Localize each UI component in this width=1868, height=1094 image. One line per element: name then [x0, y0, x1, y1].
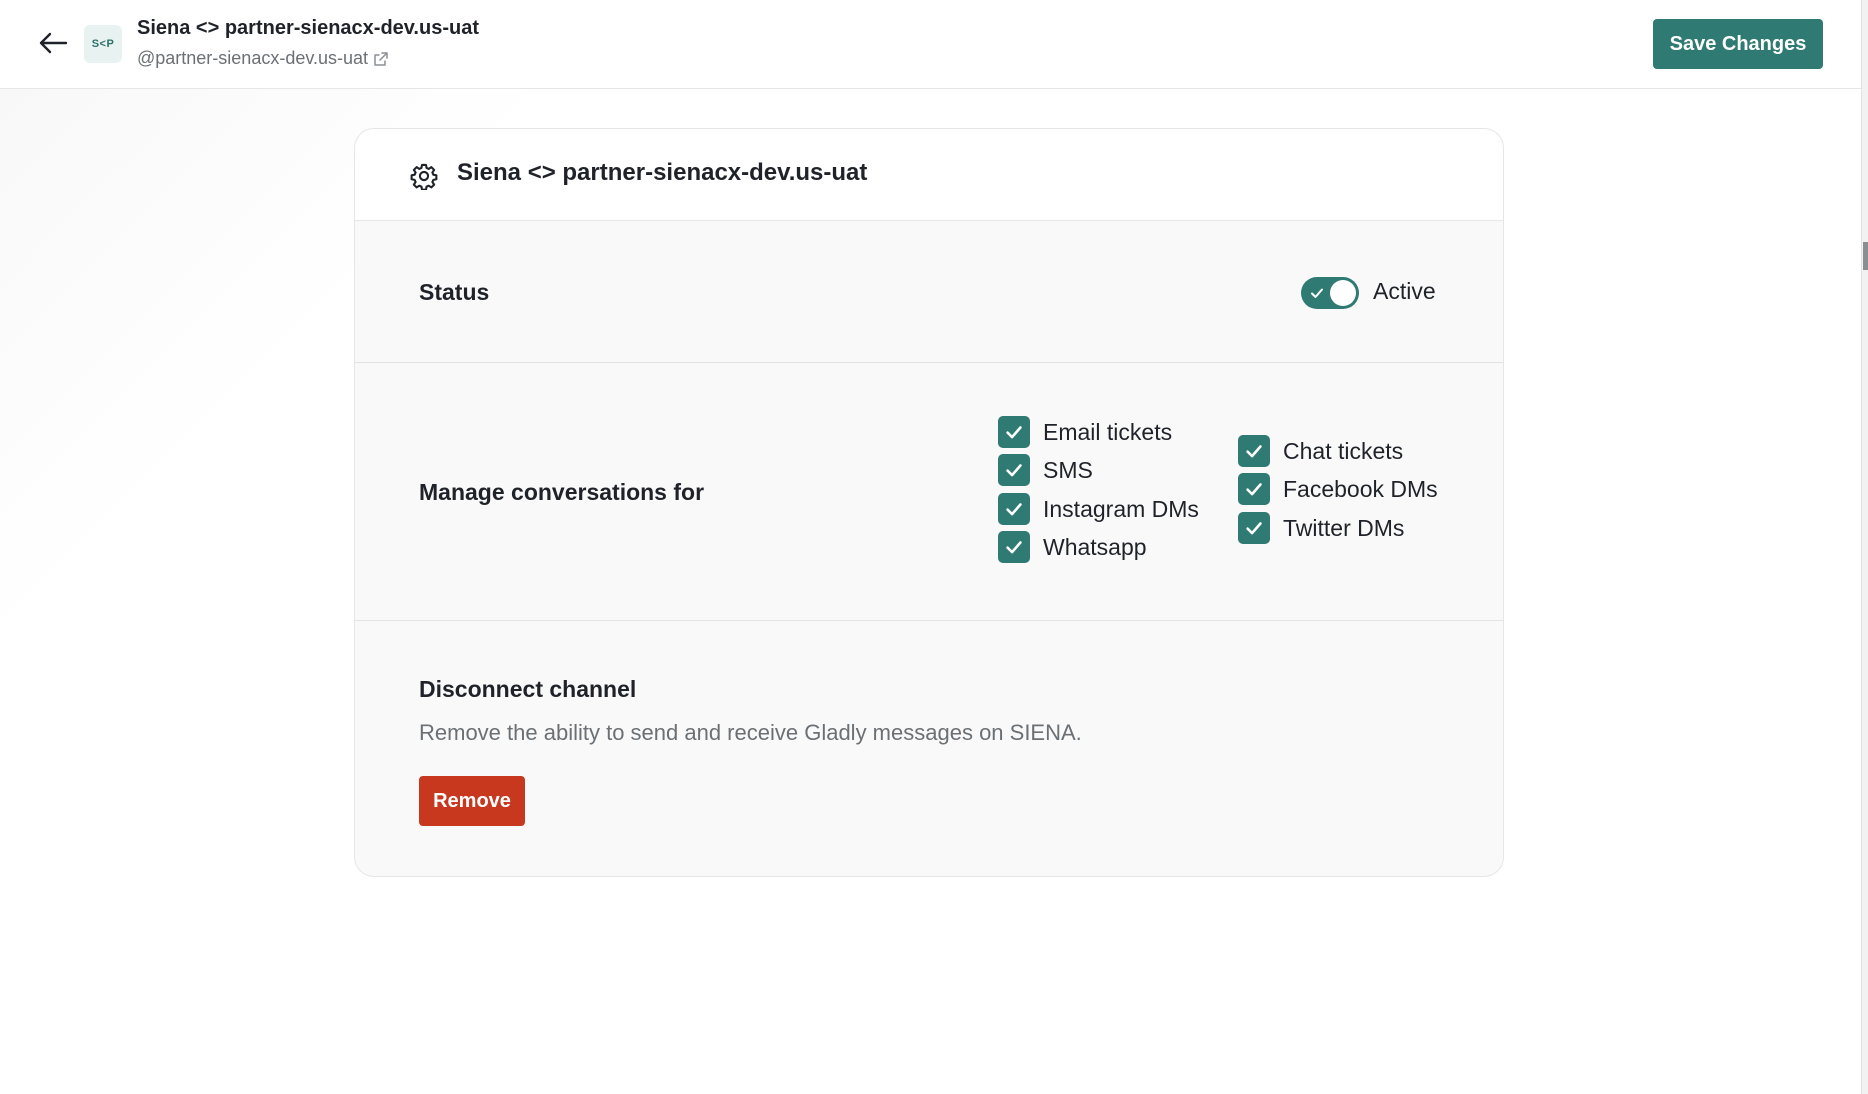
scrollbar-thumb[interactable]	[1863, 242, 1868, 270]
checkbox-label: Facebook DMs	[1283, 475, 1438, 502]
toggle-knob	[1330, 280, 1356, 306]
checkbox-label: SMS	[1043, 456, 1093, 483]
check-icon	[1006, 503, 1022, 516]
conversations-label: Manage conversations for	[419, 479, 705, 505]
scrollbar[interactable]	[1861, 0, 1868, 1094]
checkbox-label: Email tickets	[1043, 418, 1173, 445]
checkbox-label: Twitter DMs	[1283, 514, 1405, 541]
checkbox[interactable]	[998, 531, 1030, 563]
checkbox-chat-tickets[interactable]: Chat tickets	[1238, 435, 1403, 467]
disconnect-title: Disconnect channel	[419, 676, 637, 702]
page-title: Siena <> partner-sienacx-dev.us-uat	[137, 17, 479, 39]
gear-icon	[410, 163, 438, 190]
checkbox[interactable]	[998, 416, 1030, 448]
checkbox-twitter-dms[interactable]: Twitter DMs	[1238, 512, 1404, 544]
checkbox-email-tickets[interactable]: Email tickets	[998, 416, 1172, 448]
remove-button[interactable]: Remove	[419, 776, 525, 826]
checkbox[interactable]	[1238, 512, 1270, 544]
check-icon	[1246, 522, 1262, 535]
back-button[interactable]	[36, 26, 70, 60]
check-icon	[1006, 464, 1022, 477]
checkbox-instagram-dms[interactable]: Instagram DMs	[998, 493, 1199, 525]
check-icon	[1006, 426, 1022, 439]
checkbox[interactable]	[998, 493, 1030, 525]
arrow-left-icon	[39, 32, 68, 54]
checkbox-sms[interactable]: SMS	[998, 454, 1093, 486]
page: S<P Siena <> partner-sienacx-dev.us-uat …	[0, 0, 1868, 1094]
check-icon	[1246, 483, 1262, 496]
checkbox-label: Instagram DMs	[1043, 495, 1199, 522]
disconnect-description: Remove the ability to send and receive G…	[419, 720, 1082, 745]
status-toggle[interactable]	[1301, 277, 1359, 309]
checkbox-label: Whatsapp	[1043, 533, 1147, 560]
checkbox-label: Chat tickets	[1283, 437, 1404, 464]
top-bar: S<P Siena <> partner-sienacx-dev.us-uat …	[0, 0, 1862, 89]
status-toggle-label: Active	[1373, 278, 1436, 304]
checkbox-whatsapp[interactable]: Whatsapp	[998, 531, 1147, 563]
check-icon	[1006, 541, 1022, 554]
card-header: Siena <> partner-sienacx-dev.us-uat	[355, 129, 1503, 221]
channel-settings-card: Siena <> partner-sienacx-dev.us-uat Stat…	[354, 128, 1504, 877]
channel-handle: @partner-sienacx-dev.us-uat	[137, 48, 369, 68]
checkbox[interactable]	[998, 454, 1030, 486]
status-label: Status	[419, 279, 490, 305]
checkbox-facebook-dms[interactable]: Facebook DMs	[1238, 473, 1438, 505]
checkbox[interactable]	[1238, 435, 1270, 467]
checkbox[interactable]	[1238, 473, 1270, 505]
external-link-icon	[374, 51, 388, 66]
channel-logo: S<P	[84, 25, 122, 63]
save-changes-button[interactable]: Save Changes	[1653, 19, 1823, 69]
card-title: Siena <> partner-sienacx-dev.us-uat	[457, 159, 868, 186]
check-icon	[1311, 288, 1323, 298]
channel-handle-link[interactable]: @partner-sienacx-dev.us-uat	[137, 48, 388, 69]
check-icon	[1246, 445, 1262, 458]
